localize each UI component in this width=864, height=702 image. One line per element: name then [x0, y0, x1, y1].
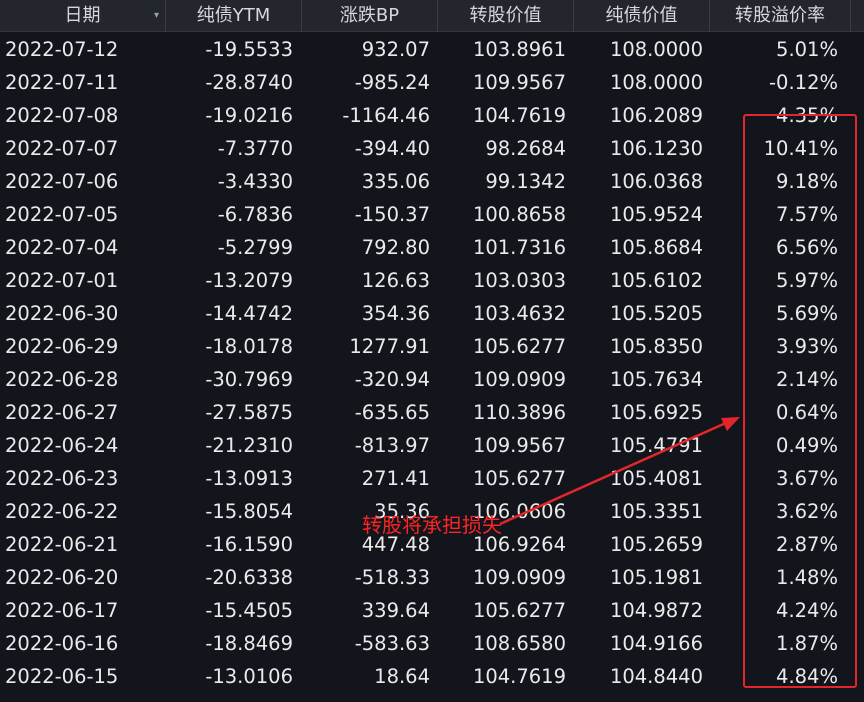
annotation-arrow	[499, 417, 740, 526]
annotation-text: 转股将承担损失	[362, 513, 502, 537]
